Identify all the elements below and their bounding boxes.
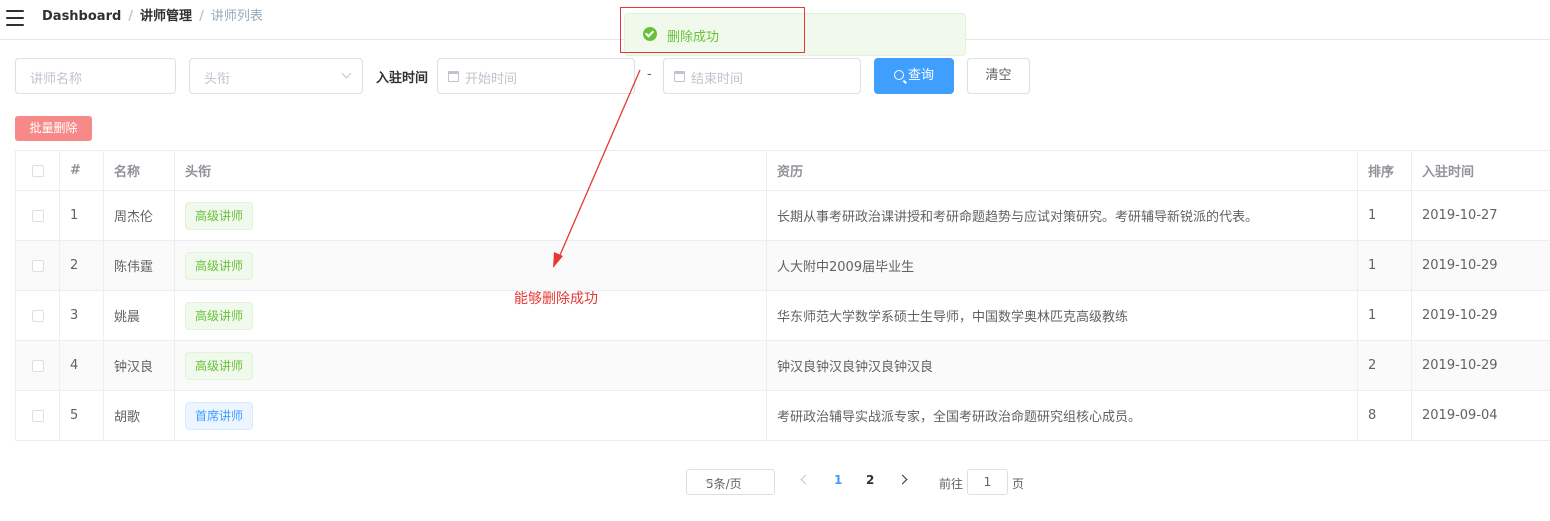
page-number-2[interactable]: 2: [866, 473, 874, 487]
page-number-1[interactable]: 1: [834, 473, 842, 487]
goto-suffix: 页: [1012, 477, 1025, 491]
goto-prefix: 前往: [939, 477, 964, 491]
annotation-text: 能够删除成功: [514, 291, 598, 307]
page-size-select[interactable]: 5条/页: [686, 469, 775, 495]
goto-page-input[interactable]: 1: [967, 469, 1008, 495]
annotation-arrow: [553, 69, 641, 268]
